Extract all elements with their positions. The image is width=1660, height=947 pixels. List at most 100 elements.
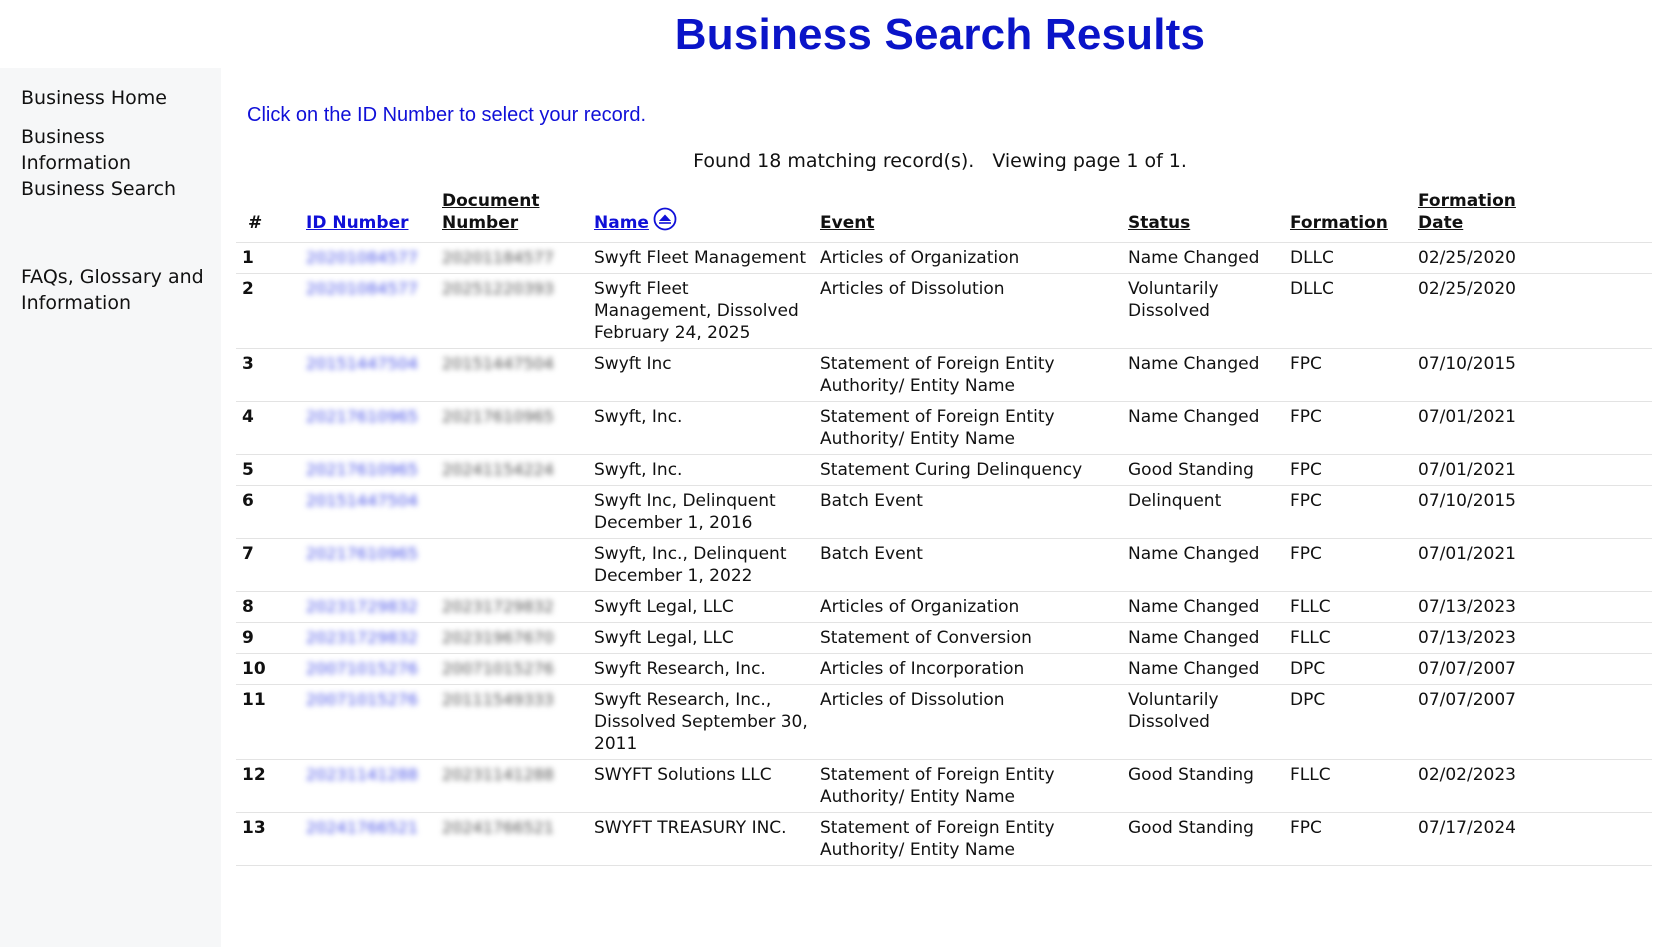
event-text: Articles of Dissolution <box>820 690 1005 710</box>
table-row: 10 20071015276 20071015276 Swyft Research, … <box>236 653 1652 685</box>
formation-date: 02/25/2020 <box>1418 248 1516 268</box>
cell-business-name: Swyft Fleet Management <box>588 242 814 274</box>
cell-business-name: Swyft Legal, LLC <box>588 622 814 654</box>
sidebar-item-business-home[interactable]: Business Home <box>21 85 167 111</box>
document-number: 20231967670 <box>442 628 554 647</box>
row-number: 4 <box>242 407 254 427</box>
sidebar: Business Home Business Information Busin… <box>0 68 221 947</box>
business-name: Swyft, Inc. <box>594 460 683 480</box>
row-number: 3 <box>242 354 254 374</box>
header-status: Status <box>1122 190 1284 243</box>
cell-status-text: Name Changed <box>1122 538 1284 592</box>
table-row: 1 20201084577 20201184577 Swyft Fleet Manag… <box>236 242 1652 274</box>
header-name[interactable]: Name <box>588 190 814 243</box>
id-number-link[interactable]: 20071015276 <box>306 690 418 709</box>
cell-formation-type: FPC <box>1284 538 1412 592</box>
event-text: Statement of Conversion <box>820 628 1032 648</box>
business-name: SWYFT TREASURY INC. <box>594 818 787 838</box>
formation-date: 07/01/2021 <box>1418 407 1516 427</box>
formation-date: 07/01/2021 <box>1418 460 1516 480</box>
sort-ascending-icon[interactable] <box>653 207 677 231</box>
cell-formation-date: 02/02/2023 <box>1412 759 1652 813</box>
table-row: 6 20151447504 Swyft Inc, Delinquent Decemb… <box>236 485 1652 539</box>
cell-document-number: 20251220393 <box>436 273 588 349</box>
sort-name-link[interactable]: Name <box>594 213 649 233</box>
status-text: Name Changed <box>1128 407 1260 427</box>
id-number-link[interactable]: 20231729832 <box>306 628 418 647</box>
formation-type: FPC <box>1290 460 1322 480</box>
id-number-link[interactable]: 20217610965 <box>306 544 418 563</box>
cell-formation-date: 02/25/2020 <box>1412 242 1652 274</box>
instruction-text: Click on the ID Number to select your re… <box>247 104 647 126</box>
cell-status-text: Name Changed <box>1122 348 1284 402</box>
id-number-link[interactable]: 20151447504 <box>306 491 418 510</box>
cell-row-number: 9 <box>236 622 300 654</box>
row-number: 6 <box>242 491 254 511</box>
document-number: 20111549333 <box>442 690 554 709</box>
cell-row-number: 10 <box>236 653 300 685</box>
id-number-link[interactable]: 20217610965 <box>306 460 418 479</box>
table-header-row: # ID Number Document Number Name Event S… <box>236 190 1652 243</box>
document-number: 20217610965 <box>442 407 554 426</box>
cell-formation-type: FPC <box>1284 348 1412 402</box>
cell-formation-type: FPC <box>1284 812 1412 866</box>
id-number-link[interactable]: 20201084577 <box>306 279 418 298</box>
cell-status-text: Good Standing <box>1122 812 1284 866</box>
cell-formation-type: DPC <box>1284 653 1412 685</box>
event-text: Articles of Dissolution <box>820 279 1005 299</box>
sidebar-item-faqs[interactable]: FAQs, Glossary and Information <box>21 264 211 316</box>
id-number-link[interactable]: 20231729832 <box>306 597 418 616</box>
document-number: 20251220393 <box>442 279 554 298</box>
document-number: 20151447504 <box>442 354 554 373</box>
formation-date: 07/13/2023 <box>1418 597 1516 617</box>
cell-business-name: SWYFT TREASURY INC. <box>588 812 814 866</box>
cell-formation-type: FLLC <box>1284 591 1412 623</box>
event-text: Articles of Organization <box>820 597 1020 617</box>
sort-id-number-link[interactable]: ID Number <box>306 213 408 233</box>
row-number: 12 <box>242 765 266 785</box>
id-number-link[interactable]: 20151447504 <box>306 354 418 373</box>
id-number-link[interactable]: 20071015276 <box>306 659 418 678</box>
status-text: Name Changed <box>1128 628 1260 648</box>
cell-document-number: 20071015276 <box>436 653 588 685</box>
status-text: Good Standing <box>1128 818 1254 838</box>
document-number: 20071015276 <box>442 659 554 678</box>
cell-formation-type: FLLC <box>1284 622 1412 654</box>
cell-id-number-link: 20231729832 <box>300 591 436 623</box>
cell-id-number-link: 20241766521 <box>300 812 436 866</box>
cell-business-name: Swyft, Inc., Delinquent December 1, 2022 <box>588 538 814 592</box>
cell-formation-type: DPC <box>1284 684 1412 760</box>
business-name: Swyft Inc, Delinquent December 1, 2016 <box>594 491 776 533</box>
cell-status-text: Name Changed <box>1122 401 1284 455</box>
id-number-link[interactable]: 20231141288 <box>306 765 418 784</box>
table-row: 8 20231729832 20231729832 Swyft Legal, LLC A… <box>236 591 1652 623</box>
cell-row-number: 13 <box>236 812 300 866</box>
cell-event-text: Statement of Foreign Entity Authority/ E… <box>814 812 1122 866</box>
business-name: Swyft Fleet Management <box>594 248 806 268</box>
sidebar-item-business-information-search[interactable]: Business Information Business Search <box>21 124 201 202</box>
id-number-link[interactable]: 20217610965 <box>306 407 418 426</box>
cell-formation-date: 07/07/2007 <box>1412 653 1652 685</box>
cell-document-number: 20231141288 <box>436 759 588 813</box>
formation-date: 07/10/2015 <box>1418 354 1516 374</box>
document-number: 20231729832 <box>442 597 554 616</box>
formation-type: FPC <box>1290 354 1322 374</box>
cell-formation-type: FLLC <box>1284 759 1412 813</box>
cell-event-text: Articles of Incorporation <box>814 653 1122 685</box>
header-id-number[interactable]: ID Number <box>300 190 436 243</box>
document-number: 20241766521 <box>442 818 554 837</box>
id-number-link[interactable]: 20241766521 <box>306 818 418 837</box>
business-name: Swyft Inc <box>594 354 672 374</box>
cell-business-name: Swyft, Inc. <box>588 454 814 486</box>
id-number-link[interactable]: 20201084577 <box>306 248 418 267</box>
cell-business-name: Swyft Fleet Management, Dissolved Februa… <box>588 273 814 349</box>
header-formation: Formation <box>1284 190 1412 243</box>
cell-formation-type: FPC <box>1284 454 1412 486</box>
cell-id-number-link: 20217610965 <box>300 401 436 455</box>
formation-type: FLLC <box>1290 597 1331 617</box>
event-text: Batch Event <box>820 491 923 511</box>
business-name: Swyft Legal, LLC <box>594 597 734 617</box>
row-number: 1 <box>242 248 254 268</box>
results-table: # ID Number Document Number Name Event S… <box>236 190 1652 866</box>
status-text: Name Changed <box>1128 597 1260 617</box>
